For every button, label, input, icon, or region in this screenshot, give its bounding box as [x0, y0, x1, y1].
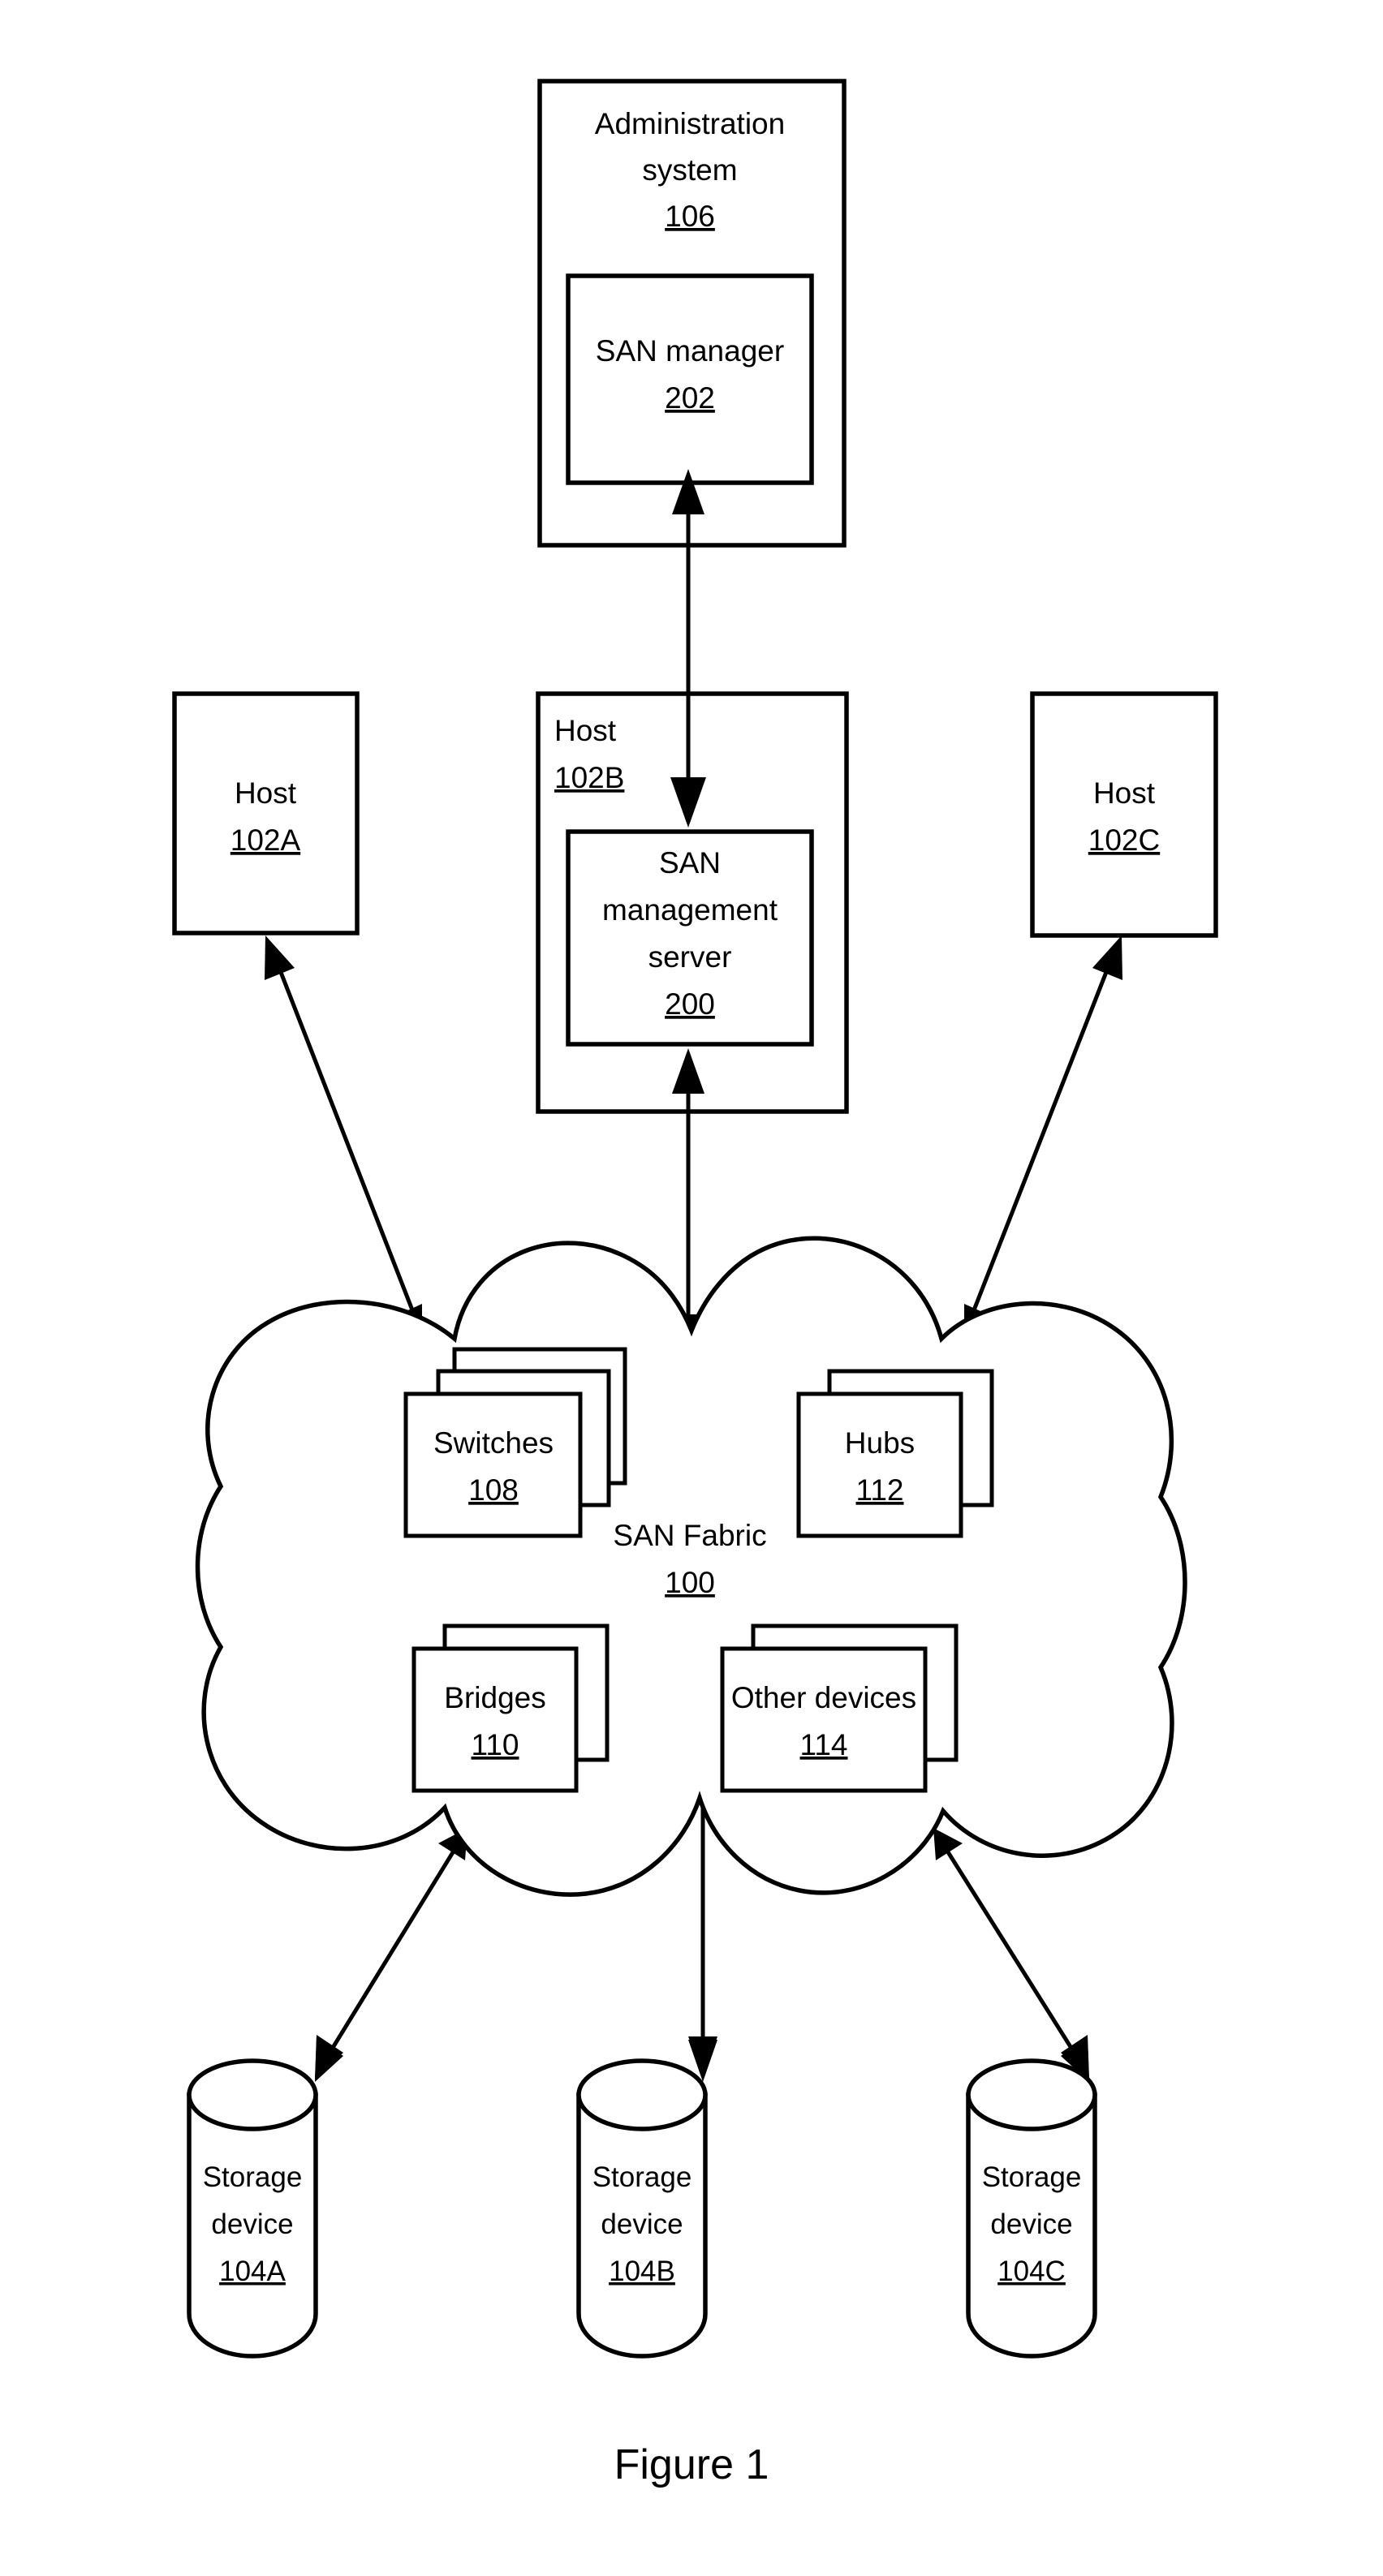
host-c-box[interactable]: Host 102C — [1030, 691, 1218, 938]
storage-device-a[interactable]: Storage device 104A — [187, 2058, 318, 2359]
san-fabric-ref: 100 — [665, 1566, 715, 1599]
san-fabric-cloud: SAN Fabric 100 — [195, 1236, 1187, 1897]
storage-b-label-line2: device — [601, 2208, 683, 2240]
san-management-server-label-line3: server — [648, 940, 732, 974]
storage-c-label-line1: Storage — [982, 2161, 1082, 2193]
other-devices-ref: 114 — [800, 1728, 848, 1761]
host-c-label: Host — [1093, 776, 1156, 810]
san-manager-box[interactable]: SAN manager 202 — [566, 273, 814, 485]
storage-device-b[interactable]: Storage device 104B — [576, 2058, 708, 2359]
host-b-ref: 102B — [554, 761, 624, 794]
host-b-label: Host — [554, 714, 617, 747]
administration-system-label-line1: Administration — [595, 107, 785, 140]
bridges-label: Bridges — [444, 1681, 545, 1714]
storage-a-ref: 104A — [219, 2256, 286, 2287]
storage-a-label-line1: Storage — [203, 2161, 303, 2193]
hubs-ref: 112 — [856, 1473, 904, 1507]
host-a-ref: 102A — [230, 824, 301, 857]
host-a-label: Host — [235, 776, 297, 810]
san-manager-label: SAN manager — [596, 334, 784, 368]
san-management-server-label-line2: management — [602, 893, 778, 927]
storage-c-ref: 104C — [997, 2256, 1066, 2287]
bridges-ref: 110 — [472, 1728, 519, 1761]
storage-b-ref: 104B — [609, 2256, 675, 2287]
connector-host-c-to-fabric — [964, 935, 1122, 1334]
hubs-stack[interactable]: Hubs 112 — [796, 1369, 994, 1538]
diagram-canvas: SAN Fabric 100 Switches 108 Hubs 112 Bri… — [172, 79, 1218, 2488]
bridges-stack[interactable]: Bridges 110 — [411, 1623, 610, 1793]
san-management-server-label-line1: SAN — [659, 846, 721, 879]
administration-system-ref: 106 — [665, 200, 715, 233]
host-c-ref: 102C — [1088, 824, 1160, 857]
switches-ref: 108 — [468, 1473, 519, 1507]
storage-c-label-line2: device — [990, 2208, 1072, 2240]
connector-fabric-to-storage-c — [933, 1828, 1089, 2079]
san-management-server-ref: 200 — [665, 987, 715, 1021]
san-management-server-box[interactable]: SAN management server 200 — [566, 829, 814, 1047]
switches-label: Switches — [433, 1426, 554, 1460]
host-b-box[interactable]: Host 102B SAN management server 200 — [536, 691, 849, 1114]
storage-arrowheads-overlay — [315, 2038, 1089, 2082]
storage-a-label-line2: device — [211, 2208, 293, 2240]
connector-host-a-to-fabric — [265, 935, 422, 1334]
san-manager-ref: 202 — [665, 381, 715, 415]
other-devices-stack[interactable]: Other devices 114 — [720, 1623, 959, 1793]
connector-fabric-to-storage-a — [315, 1828, 467, 2079]
patent-figure: SAN Fabric 100 Switches 108 Hubs 112 Bri… — [0, 0, 1383, 2576]
administration-system-label-line2: system — [642, 153, 737, 187]
hubs-label: Hubs — [845, 1426, 915, 1460]
storage-device-c[interactable]: Storage device 104C — [966, 2058, 1097, 2359]
figure-caption: Figure 1 — [614, 2441, 769, 2488]
other-devices-label: Other devices — [731, 1681, 916, 1714]
storage-b-label-line1: Storage — [592, 2161, 692, 2193]
host-a-box[interactable]: Host 102A — [172, 691, 360, 935]
san-fabric-label: SAN Fabric — [613, 1519, 766, 1552]
administration-system-box[interactable]: Administration system 106 SAN manager 20… — [537, 79, 847, 548]
